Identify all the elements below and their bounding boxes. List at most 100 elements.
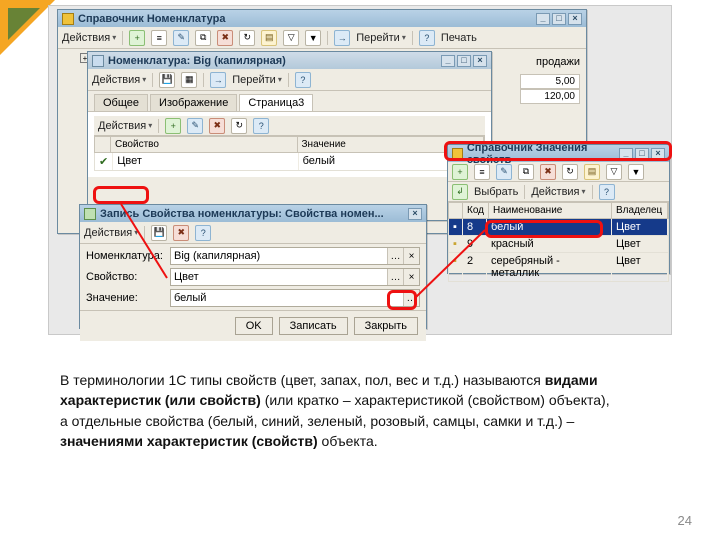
edit-icon[interactable]: ✎	[496, 164, 512, 180]
print-menu[interactable]: Печать	[441, 32, 477, 44]
label-nomenclature: Номенклатура:	[86, 250, 166, 262]
list-icon[interactable]: ≡	[474, 164, 490, 180]
refresh-icon[interactable]: ↻	[231, 118, 247, 134]
help-icon[interactable]: ?	[599, 184, 615, 200]
go-icon[interactable]: →	[334, 30, 350, 46]
window-record: Запись Свойства номенклатуры: Свойства н…	[79, 204, 427, 329]
field-nomenclature: Номенклатура: Big (капилярная) …×	[86, 247, 420, 265]
titlebar-nomenclature: Справочник Номенклатура _ □ ×	[58, 10, 586, 27]
field-value: Значение: белый …	[86, 289, 420, 307]
label-value: Значение:	[86, 292, 166, 304]
toolbar-values-2: ↲ Выбрать Действия▾ ?	[448, 182, 669, 202]
select-icon[interactable]: ↲	[452, 184, 468, 200]
input-property[interactable]: Цвет …×	[170, 268, 420, 286]
minimize-icon[interactable]: _	[536, 13, 550, 25]
add-icon[interactable]: +	[165, 118, 181, 134]
help-icon[interactable]: ?	[253, 118, 269, 134]
grid-header: Свойство Значение	[94, 136, 485, 153]
copy-icon[interactable]: ⧉	[195, 30, 211, 46]
new-icon[interactable]: ▦	[181, 72, 197, 88]
input-value[interactable]: белый …	[170, 289, 420, 307]
go-icon[interactable]: →	[210, 72, 226, 88]
delete-icon[interactable]: ✖	[540, 164, 556, 180]
values-row[interactable]: ▪ 8 белый Цвет	[448, 219, 669, 236]
go-menu[interactable]: Перейти▾	[356, 32, 406, 44]
maximize-icon[interactable]: □	[635, 148, 649, 160]
delete-icon[interactable]: ✖	[173, 225, 189, 241]
titlebar-item: Номенклатура: Big (капилярная) _ □ ×	[88, 52, 491, 69]
app-icon	[452, 148, 463, 160]
actions-menu[interactable]: Действия▾	[62, 32, 116, 44]
value-2: 120,00	[520, 89, 580, 104]
close-button[interactable]: Закрыть	[354, 317, 418, 335]
close-icon[interactable]: ×	[568, 13, 582, 25]
add-group-icon[interactable]: ≡	[151, 30, 167, 46]
edit-icon[interactable]: ✎	[173, 30, 189, 46]
hierarchy-icon[interactable]: ▤	[261, 30, 277, 46]
app-icon	[84, 208, 96, 220]
values-row[interactable]: ▪ 2 серебряный - металлик Цвет	[448, 253, 669, 282]
maximize-icon[interactable]: □	[552, 13, 566, 25]
refresh-icon[interactable]: ↻	[239, 30, 255, 46]
values-row[interactable]: ▪ 9 красный Цвет	[448, 236, 669, 253]
col-property: Свойство	[111, 137, 298, 152]
close-icon[interactable]: ×	[408, 208, 422, 220]
values-block: 5,00 120,00	[520, 74, 580, 104]
refresh-icon[interactable]: ↻	[562, 164, 578, 180]
delete-icon[interactable]: ✖	[217, 30, 233, 46]
minimize-icon[interactable]: _	[441, 55, 455, 67]
help-icon[interactable]: ?	[195, 225, 211, 241]
save-button[interactable]: Записать	[279, 317, 348, 335]
filter2-icon[interactable]: ▼	[628, 164, 644, 180]
help-icon[interactable]: ?	[295, 72, 311, 88]
screenshot-stage: Справочник Номенклатура _ □ × Действия▾ …	[48, 5, 672, 335]
sub-actions-menu[interactable]: Действия▾	[98, 120, 152, 132]
save-icon[interactable]: 💾	[151, 225, 167, 241]
window-title: Запись Свойства номенклатуры: Свойства н…	[100, 208, 384, 220]
clear-button[interactable]: ×	[403, 269, 419, 285]
window-values: Справочник Значения свойств _ □ × + ≡ ✎ …	[447, 144, 670, 274]
toolbar-record: Действия▾ 💾 ✖ ?	[80, 222, 426, 244]
add-icon[interactable]: +	[129, 30, 145, 46]
minimize-icon[interactable]: _	[619, 148, 633, 160]
help-icon[interactable]: ?	[419, 30, 435, 46]
filter-icon[interactable]: ▽	[606, 164, 622, 180]
input-nomenclature[interactable]: Big (капилярная) …×	[170, 247, 420, 265]
label-property: Свойство:	[86, 271, 166, 283]
close-icon[interactable]: ×	[473, 55, 487, 67]
clear-button[interactable]: ×	[403, 248, 419, 264]
ok-button[interactable]: OK	[235, 317, 273, 335]
filter-icon[interactable]: ▽	[283, 30, 299, 46]
copy-icon[interactable]: ⧉	[518, 164, 534, 180]
values-grid-header: Код Наименование Владелец	[448, 202, 669, 219]
tab-image[interactable]: Изображение	[150, 94, 237, 111]
select-menu[interactable]: Выбрать	[474, 186, 518, 198]
tab-page3[interactable]: Страница3	[239, 94, 313, 111]
grid-row[interactable]: ✔ Цвет белый	[94, 153, 485, 171]
picker-button[interactable]: …	[403, 290, 419, 306]
go-menu[interactable]: Перейти▾	[232, 74, 282, 86]
actions-menu[interactable]: Действия▾	[531, 186, 585, 198]
picker-button[interactable]: …	[387, 269, 403, 285]
edit-icon[interactable]: ✎	[187, 118, 203, 134]
add-icon[interactable]: +	[452, 164, 468, 180]
tab-general[interactable]: Общее	[94, 94, 148, 111]
window-title: Справочник Номенклатура	[78, 13, 225, 25]
save-icon[interactable]: 💾	[159, 72, 175, 88]
picker-button[interactable]: …	[387, 248, 403, 264]
actions-menu[interactable]: Действия▾	[92, 74, 146, 86]
col-code: Код	[463, 203, 489, 218]
page-number: 24	[678, 513, 692, 528]
window-title: Номенклатура: Big (капилярная)	[108, 55, 286, 67]
maximize-icon[interactable]: □	[457, 55, 471, 67]
value-1: 5,00	[520, 74, 580, 89]
tree-icon[interactable]: ▤	[584, 164, 600, 180]
tabs: Общее Изображение Страница3	[88, 91, 491, 112]
close-icon[interactable]: ×	[651, 148, 665, 160]
delete-icon[interactable]: ✖	[209, 118, 225, 134]
dialog-buttons: OK Записать Закрыть	[80, 310, 426, 341]
window-title: Справочник Значения свойств	[467, 142, 615, 166]
actions-menu[interactable]: Действия▾	[84, 227, 138, 239]
sub-toolbar: Действия▾ + ✎ ✖ ↻ ?	[94, 116, 485, 136]
filter-off-icon[interactable]: ▼	[305, 30, 321, 46]
